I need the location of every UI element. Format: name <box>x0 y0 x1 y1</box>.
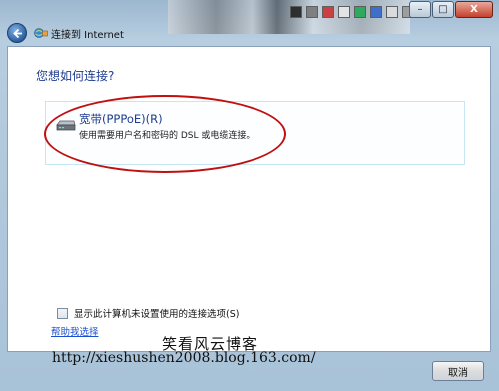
maximize-button[interactable]: □ <box>432 1 454 18</box>
caption-buttons: – □ X <box>408 1 493 18</box>
window-title: 连接到 Internet <box>51 30 124 41</box>
show-options-checkbox[interactable] <box>57 307 68 319</box>
back-button[interactable] <box>7 23 27 43</box>
page-question: 您想如何连接? <box>36 69 115 83</box>
back-arrow-icon <box>13 28 22 39</box>
cancel-button[interactable]: 取消 <box>432 361 484 381</box>
network-connection-icon <box>34 28 48 38</box>
close-button[interactable]: X <box>455 1 493 18</box>
help-me-choose-link[interactable]: 帮助我选择 <box>51 324 99 338</box>
minimize-button[interactable]: – <box>409 1 431 18</box>
show-options-row: 显示此计算机未设置使用的连接选项(S) <box>57 306 239 320</box>
red-highlight-ellipse <box>44 95 286 173</box>
desktop-color-swatches <box>290 6 414 18</box>
show-options-label: 显示此计算机未设置使用的连接选项(S) <box>74 309 240 320</box>
watermark-url: http://xieshushen2008.blog.163.com/ <box>52 350 316 366</box>
